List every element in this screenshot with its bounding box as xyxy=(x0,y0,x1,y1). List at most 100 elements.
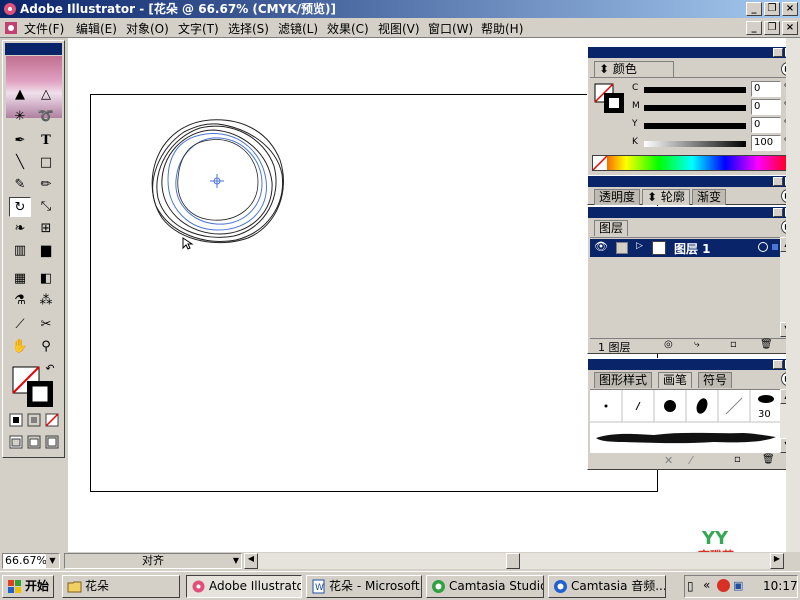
lasso-tool-icon[interactable]: ➰ xyxy=(35,107,57,127)
menu-view[interactable]: 视图(V) xyxy=(378,20,420,37)
mesh-tool-icon[interactable]: ▦ xyxy=(9,269,31,289)
yellow-slider[interactable] xyxy=(644,123,746,129)
taskbar-button-camtasia-studio[interactable]: Camtasia Studio... xyxy=(426,575,544,598)
menu-window[interactable]: 窗口(W) xyxy=(428,20,473,37)
scale-tool-icon[interactable]: ⤡ xyxy=(35,197,57,217)
layers-panel-header[interactable] xyxy=(588,207,797,218)
black-value-input[interactable]: 100 xyxy=(751,135,781,151)
maximize-button[interactable]: ❐ xyxy=(764,2,780,16)
record-icon[interactable] xyxy=(717,579,730,592)
rectangle-tool-icon[interactable]: □ xyxy=(35,153,57,173)
flower-sketch[interactable] xyxy=(140,110,300,255)
taskbar-button-camtasia-audio[interactable]: Camtasia 音频... xyxy=(548,575,666,598)
lock-toggle[interactable] xyxy=(616,242,628,254)
selection-tool-icon[interactable]: ▲ xyxy=(9,85,31,105)
status-info-select[interactable]: 对齐 ▼ xyxy=(64,553,242,569)
taskbar-button-folder[interactable]: 花朵 xyxy=(62,575,180,598)
menu-help[interactable]: 帮助(H) xyxy=(481,20,523,37)
tab-transparency[interactable]: 透明度 xyxy=(594,189,641,205)
scroll-right-arrow-icon[interactable]: ▶ xyxy=(770,553,784,569)
hand-tool-icon[interactable]: ✋ xyxy=(9,337,31,357)
menu-effect[interactable]: 效果(C) xyxy=(327,20,369,37)
cyan-value-input[interactable]: 0 xyxy=(751,81,781,97)
expand-triangle-icon[interactable]: ▷ xyxy=(636,241,643,251)
rotate-tool-icon[interactable]: ↻ xyxy=(9,197,31,217)
brushes-panel-header[interactable] xyxy=(588,359,797,370)
start-button[interactable]: 开始 xyxy=(2,575,54,598)
new-sublayer-icon[interactable]: ⤷ xyxy=(694,339,700,350)
network-icon[interactable]: ▣ xyxy=(733,579,743,592)
delete-brush-icon[interactable]: 🗑 xyxy=(762,454,775,465)
screen-mode-buttons[interactable] xyxy=(9,435,61,449)
pencil-tool-icon[interactable]: ✏ xyxy=(35,175,57,195)
panel-minimize-button[interactable] xyxy=(773,48,783,57)
swap-colors-icon[interactable]: ↶ xyxy=(43,359,57,379)
tray-expand-icon[interactable]: « xyxy=(703,578,710,592)
delete-layer-icon[interactable]: 🗑 xyxy=(760,339,773,350)
tab-layers[interactable]: 图层 xyxy=(594,220,629,236)
direct-selection-tool-icon[interactable]: △ xyxy=(35,85,57,105)
layer-row[interactable]: 👁 ▷ 图层 1 xyxy=(590,239,780,257)
zoom-dropdown-arrow-icon[interactable]: ▼ xyxy=(46,554,59,568)
minimize-button[interactable]: _ xyxy=(746,2,762,16)
slice-tool-icon[interactable]: ⟋ xyxy=(9,315,31,335)
tab-brushes[interactable]: 画笔 xyxy=(658,372,693,388)
blend-tool-icon[interactable]: ⁂ xyxy=(35,291,57,311)
symbol-sprayer-tool-icon[interactable]: ▥ xyxy=(9,241,31,261)
yellow-value-input[interactable]: 0 xyxy=(751,117,781,133)
clock[interactable]: 10:17 xyxy=(763,579,798,593)
eyedropper-tool-icon[interactable]: ⚗ xyxy=(9,291,31,311)
scroll-left-arrow-icon[interactable]: ◀ xyxy=(244,553,258,569)
menu-edit[interactable]: 编辑(E) xyxy=(76,20,117,37)
brush-options-icon[interactable]: ⁄ xyxy=(690,454,692,467)
doc-close-button[interactable]: × xyxy=(782,21,798,35)
none-swatch-icon[interactable] xyxy=(593,156,607,170)
remove-brush-stroke-icon[interactable]: ✕ xyxy=(664,454,673,467)
toolbox-header[interactable] xyxy=(5,43,62,55)
scissors-tool-icon[interactable]: ✂ xyxy=(35,315,57,335)
tab-gradient[interactable]: 渐变 xyxy=(692,189,727,205)
cyan-slider[interactable] xyxy=(644,87,746,93)
warp-tool-icon[interactable]: ❧ xyxy=(9,219,31,239)
line-tool-icon[interactable]: ╲ xyxy=(9,153,31,173)
taskbar-button-word[interactable]: W 花朵 - Microsoft... xyxy=(306,575,422,598)
panel-minimize-button[interactable] xyxy=(773,208,783,217)
graph-tool-icon[interactable]: ▆ xyxy=(35,241,57,261)
transparency-panel-header[interactable] xyxy=(588,176,797,187)
taskbar-button-illustrator[interactable]: Adobe Illustrato... xyxy=(186,575,302,598)
menu-file[interactable]: 文件(F) xyxy=(24,20,64,37)
tab-color[interactable]: ⬍ 颜色 xyxy=(594,61,674,77)
menu-object[interactable]: 对象(O) xyxy=(126,20,169,37)
magic-wand-tool-icon[interactable]: ✳ xyxy=(9,107,31,127)
doc-minimize-button[interactable]: _ xyxy=(746,21,762,35)
paintbrush-tool-icon[interactable]: ✎ xyxy=(9,175,31,195)
status-dropdown-arrow-icon[interactable]: ▼ xyxy=(233,554,239,568)
black-slider[interactable] xyxy=(644,141,746,147)
tab-symbols[interactable]: 符号 xyxy=(698,372,733,388)
magenta-value-input[interactable]: 0 xyxy=(751,99,781,115)
zoom-tool-icon[interactable]: ⚲ xyxy=(35,337,57,357)
vertical-scrollbar[interactable] xyxy=(786,38,800,553)
close-button[interactable]: × xyxy=(782,2,798,16)
keyboard-icon[interactable]: ▯ xyxy=(687,579,694,593)
horizontal-scroll-thumb[interactable] xyxy=(506,553,520,569)
menu-type[interactable]: 文字(T) xyxy=(178,20,219,37)
calligraphic-brushes-row[interactable] xyxy=(590,390,780,424)
magenta-slider[interactable] xyxy=(644,105,746,111)
tab-outline[interactable]: ⬍ 轮廓 xyxy=(642,189,690,205)
layer-name[interactable]: 图层 1 xyxy=(674,240,711,257)
doc-restore-button[interactable]: ❐ xyxy=(764,21,780,35)
pen-tool-icon[interactable]: ✒ xyxy=(9,131,31,151)
new-brush-icon[interactable]: ▫ xyxy=(734,454,741,465)
color-spectrum-bar[interactable] xyxy=(592,155,792,171)
target-circle-icon[interactable] xyxy=(758,242,768,252)
zoom-select[interactable]: 66.67% ▼ xyxy=(2,553,60,569)
horizontal-scrollbar[interactable]: ◀ ▶ xyxy=(244,553,784,569)
color-fill-stroke-swatch[interactable] xyxy=(594,83,626,115)
eye-visibility-icon[interactable]: 👁 xyxy=(594,240,608,253)
panel-minimize-button[interactable] xyxy=(773,177,783,186)
make-clip-mask-icon[interactable]: ◎ xyxy=(664,339,673,350)
art-brush-charcoal[interactable] xyxy=(594,428,778,448)
tab-graphic-styles[interactable]: 图形样式 xyxy=(594,372,653,388)
type-tool-icon[interactable]: T xyxy=(35,131,57,151)
